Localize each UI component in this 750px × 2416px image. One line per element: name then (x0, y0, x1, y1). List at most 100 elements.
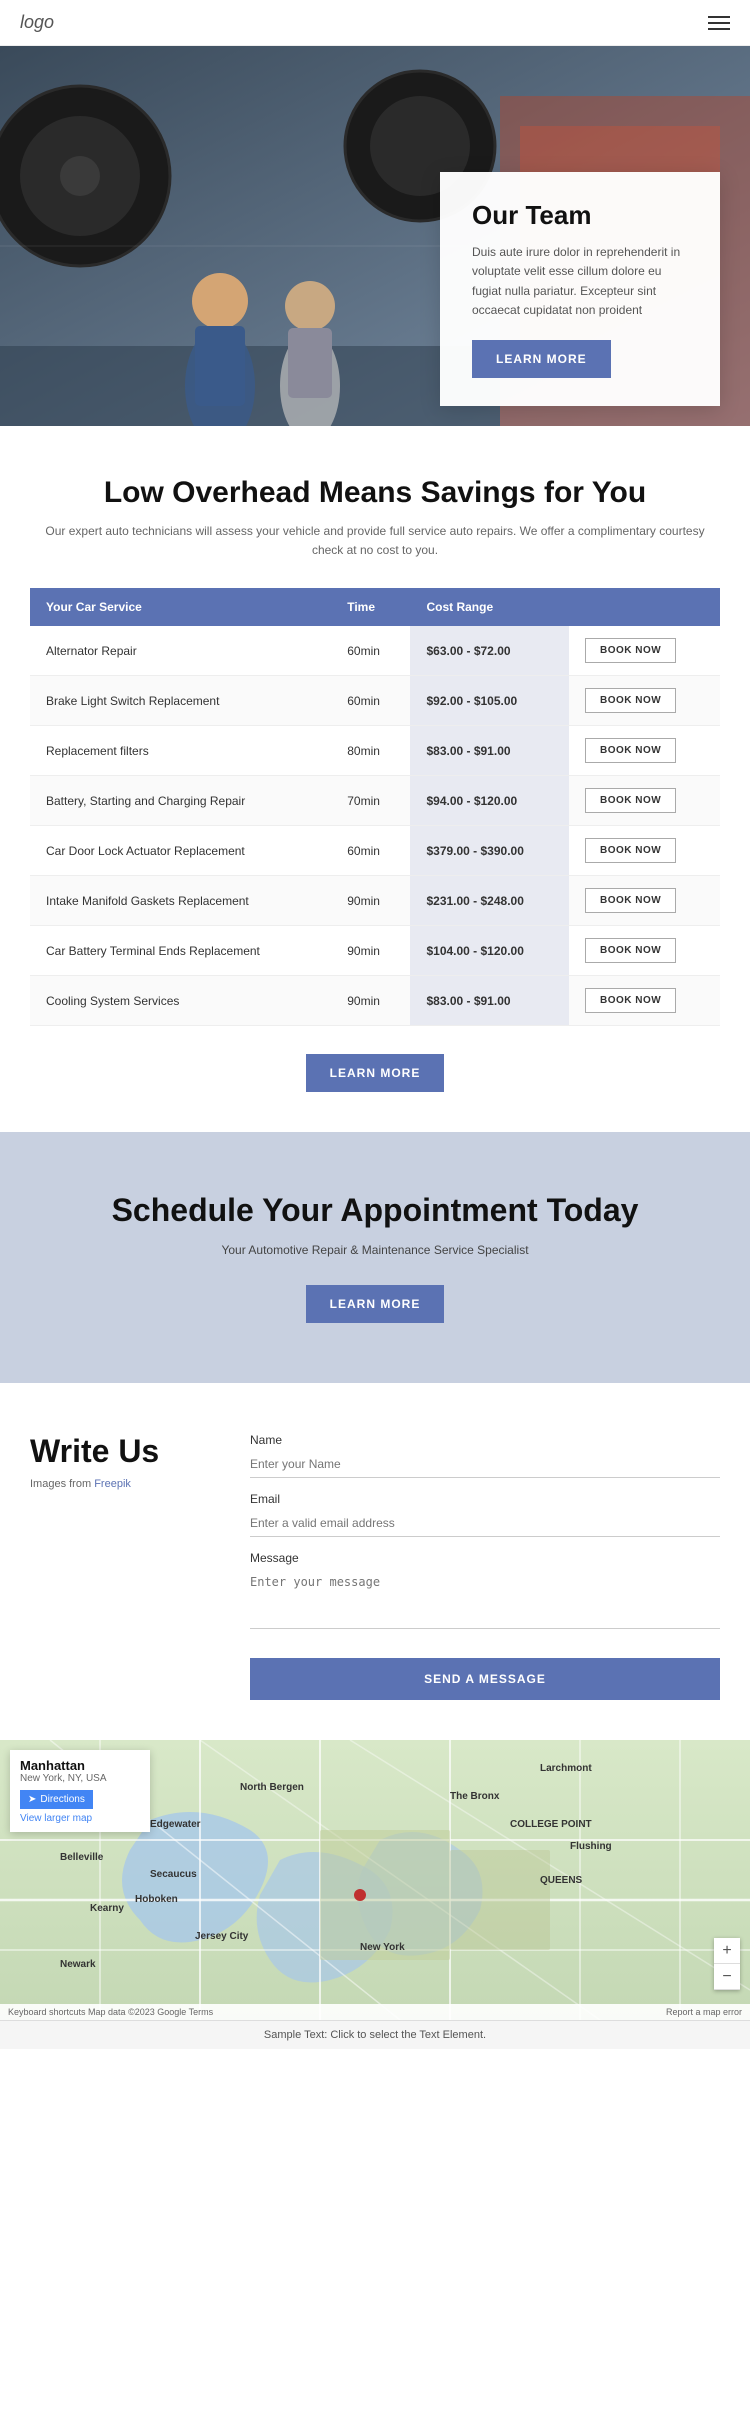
service-name: Battery, Starting and Charging Repair (30, 776, 331, 826)
service-time: 90min (331, 876, 410, 926)
service-name: Intake Manifold Gaskets Replacement (30, 876, 331, 926)
book-now-button[interactable]: BOOK NOW (585, 638, 676, 663)
map-bottom-bar: Keyboard shortcuts Map data ©2023 Google… (0, 2004, 750, 2020)
email-input[interactable] (250, 1510, 720, 1537)
directions-button[interactable]: ➤ Directions (20, 1790, 93, 1809)
map-section: North BergenHobokenNewarkJersey CityNew … (0, 1740, 750, 2020)
book-now-button[interactable]: BOOK NOW (585, 838, 676, 863)
logo: logo (20, 12, 54, 33)
sample-text-bar[interactable]: Sample Text: Click to select the Text El… (0, 2020, 750, 2049)
name-input[interactable] (250, 1451, 720, 1478)
col-time: Time (331, 588, 410, 626)
book-now-button[interactable]: BOOK NOW (585, 738, 676, 763)
name-field-group: Name (250, 1433, 720, 1478)
zoom-out-button[interactable]: − (714, 1964, 740, 1990)
service-time: 70min (331, 776, 410, 826)
map-label: The Bronx (450, 1791, 499, 1802)
directions-icon: ➤ (28, 1794, 36, 1805)
service-name: Brake Light Switch Replacement (30, 676, 331, 726)
service-time: 60min (331, 626, 410, 676)
savings-section: Low Overhead Means Savings for You Our e… (0, 426, 750, 1132)
map-label: North Bergen (240, 1782, 304, 1793)
service-name: Cooling System Services (30, 976, 331, 1026)
hero-section: Our Team Duis aute irure dolor in repreh… (0, 46, 750, 426)
map-label: Flushing (570, 1841, 612, 1852)
name-label: Name (250, 1433, 720, 1447)
savings-title: Low Overhead Means Savings for You (30, 476, 720, 510)
hero-card: Our Team Duis aute irure dolor in repreh… (440, 172, 720, 406)
hero-title: Our Team (472, 200, 688, 231)
service-name: Car Door Lock Actuator Replacement (30, 826, 331, 876)
book-cell: BOOK NOW (569, 926, 720, 976)
col-cost: Cost Range (410, 588, 569, 626)
book-now-button[interactable]: BOOK NOW (585, 938, 676, 963)
map-label: Larchmont (540, 1763, 592, 1774)
service-cost: $92.00 - $105.00 (410, 676, 569, 726)
book-cell: BOOK NOW (569, 726, 720, 776)
map-zoom-controls: + − (714, 1938, 740, 1990)
contact-left: Write Us Images from Freepik (30, 1433, 210, 1490)
contact-section: Write Us Images from Freepik Name Email … (0, 1383, 750, 1700)
service-time: 80min (331, 726, 410, 776)
table-row: Car Battery Terminal Ends Replacement 90… (30, 926, 720, 976)
table-row: Brake Light Switch Replacement 60min $92… (30, 676, 720, 726)
message-input[interactable] (250, 1569, 720, 1629)
table-row: Intake Manifold Gaskets Replacement 90mi… (30, 876, 720, 926)
service-name: Alternator Repair (30, 626, 331, 676)
book-cell: BOOK NOW (569, 976, 720, 1026)
service-cost: $63.00 - $72.00 (410, 626, 569, 676)
service-time: 60min (331, 826, 410, 876)
book-now-button[interactable]: BOOK NOW (585, 788, 676, 813)
map-label: Hoboken (135, 1894, 178, 1905)
map-label: QUEENS (540, 1875, 582, 1886)
map-label: Edgewater (150, 1819, 201, 1830)
message-label: Message (250, 1551, 720, 1565)
email-label: Email (250, 1492, 720, 1506)
appointment-cta-button[interactable]: LEARN MORE (306, 1285, 445, 1323)
map-label: Secaucus (150, 1869, 197, 1880)
map-label: New York (360, 1942, 405, 1953)
book-now-button[interactable]: BOOK NOW (585, 688, 676, 713)
hamburger-menu[interactable] (708, 16, 730, 30)
table-row: Car Door Lock Actuator Replacement 60min… (30, 826, 720, 876)
book-cell: BOOK NOW (569, 676, 720, 726)
message-field-group: Message (250, 1551, 720, 1634)
savings-cta-button[interactable]: LEARN MORE (306, 1054, 445, 1092)
contact-title: Write Us (30, 1433, 210, 1470)
contact-form: Name Email Message SEND A MESSAGE (250, 1433, 720, 1700)
service-cost: $94.00 - $120.00 (410, 776, 569, 826)
sample-text: Sample Text: Click to select the Text El… (264, 2029, 486, 2041)
map-label: Belleville (60, 1852, 103, 1863)
map-city-name: Manhattan (20, 1758, 140, 1773)
service-name: Replacement filters (30, 726, 331, 776)
hero-cta-button[interactable]: LEARN MORE (472, 340, 611, 378)
book-now-button[interactable]: BOOK NOW (585, 988, 676, 1013)
zoom-in-button[interactable]: + (714, 1938, 740, 1964)
services-table: Your Car Service Time Cost Range Alterna… (30, 588, 720, 1026)
book-cell: BOOK NOW (569, 776, 720, 826)
view-larger-map-link[interactable]: View larger map (20, 1813, 140, 1824)
book-now-button[interactable]: BOOK NOW (585, 888, 676, 913)
map-label: Jersey City (195, 1931, 248, 1942)
appointment-subtitle: Your Automotive Repair & Maintenance Ser… (30, 1243, 720, 1257)
service-name: Car Battery Terminal Ends Replacement (30, 926, 331, 976)
table-row: Replacement filters 80min $83.00 - $91.0… (30, 726, 720, 776)
contact-attribution: Images from Freepik (30, 1478, 210, 1490)
appointment-section: Schedule Your Appointment Today Your Aut… (0, 1132, 750, 1383)
freepik-link[interactable]: Freepik (94, 1478, 131, 1490)
table-row: Battery, Starting and Charging Repair 70… (30, 776, 720, 826)
email-field-group: Email (250, 1492, 720, 1537)
table-footer: LEARN MORE (30, 1054, 720, 1092)
book-cell: BOOK NOW (569, 876, 720, 926)
table-row: Alternator Repair 60min $63.00 - $72.00 … (30, 626, 720, 676)
service-cost: $231.00 - $248.00 (410, 876, 569, 926)
send-button[interactable]: SEND A MESSAGE (250, 1658, 720, 1700)
map-label: Kearny (90, 1903, 124, 1914)
map-overlay: Manhattan New York, NY, USA ➤ Directions… (10, 1750, 150, 1832)
col-service: Your Car Service (30, 588, 331, 626)
service-cost: $104.00 - $120.00 (410, 926, 569, 976)
header: logo (0, 0, 750, 46)
map-error-report[interactable]: Report a map error (666, 2007, 742, 2017)
map-city-sub: New York, NY, USA (20, 1773, 140, 1784)
service-time: 90min (331, 976, 410, 1026)
